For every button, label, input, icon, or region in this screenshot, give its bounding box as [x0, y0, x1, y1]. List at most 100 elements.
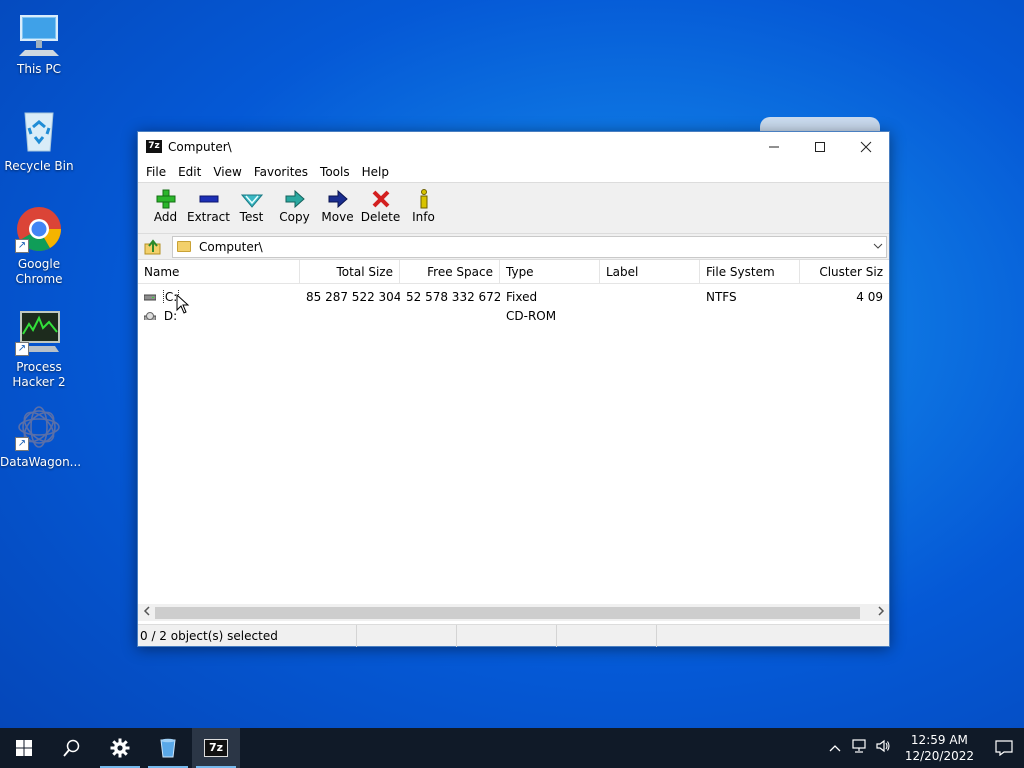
- menu-help[interactable]: Help: [356, 165, 395, 179]
- sevenzip-window: 7z Computer\ File Edit View Favorites To…: [137, 131, 890, 647]
- copy-label: Copy: [279, 210, 310, 224]
- close-icon: [860, 141, 872, 152]
- shortcut-arrow-icon: ↗: [15, 239, 29, 253]
- shortcut-arrow-icon: ↗: [15, 437, 29, 451]
- column-file-system[interactable]: File System: [700, 260, 800, 284]
- desktop-icon-recycle-bin[interactable]: Recycle Bin: [0, 107, 78, 174]
- horizontal-scrollbar[interactable]: [138, 604, 889, 621]
- add-label: Add: [153, 210, 178, 224]
- title-bar[interactable]: 7z Computer\: [138, 132, 889, 161]
- bin-icon: [160, 738, 176, 758]
- desktop-icon-label: Process Hacker 2: [12, 360, 66, 389]
- search-button[interactable]: [48, 728, 96, 768]
- menu-view[interactable]: View: [207, 165, 247, 179]
- table-row[interactable]: C: 85 287 522 304 52 578 332 672 Fixed N…: [138, 287, 889, 306]
- scroll-right-button[interactable]: [872, 606, 889, 619]
- info-button[interactable]: Info: [402, 188, 445, 224]
- recycle-bin-icon: [15, 107, 63, 155]
- taskbar-settings-button[interactable]: [96, 728, 144, 768]
- search-icon: [63, 739, 80, 757]
- window-title: Computer\: [168, 139, 232, 154]
- desktop-icon-label: Google Chrome: [15, 257, 63, 286]
- chevron-right-icon: [877, 606, 884, 616]
- desktop-icon-process-hacker[interactable]: ↗ Process Hacker 2: [0, 308, 78, 390]
- network-button[interactable]: [847, 739, 871, 757]
- delete-label: Delete: [360, 210, 401, 224]
- up-folder-button[interactable]: [142, 236, 164, 258]
- file-list[interactable]: Name Total Size Free Space Type Label Fi…: [138, 260, 889, 609]
- taskbar-clock[interactable]: 12:59 AM 12/20/2022: [895, 732, 984, 764]
- scroll-thumb[interactable]: [155, 606, 860, 619]
- name-cell: D:: [138, 309, 300, 323]
- move-button[interactable]: Move: [316, 188, 359, 224]
- free-space-cell: 52 578 332 672: [406, 289, 500, 304]
- folder-icon: [177, 241, 191, 252]
- column-name[interactable]: Name: [138, 260, 300, 284]
- network-icon: [852, 739, 866, 753]
- scroll-left-button[interactable]: [138, 606, 155, 619]
- menu-tools[interactable]: Tools: [314, 165, 356, 179]
- scroll-track[interactable]: [155, 606, 872, 619]
- copy-button[interactable]: Copy: [273, 188, 316, 224]
- desktop-icon-label: Recycle Bin: [4, 159, 74, 173]
- shortcut-arrow-icon: ↗: [15, 342, 29, 356]
- address-field[interactable]: Computer\: [172, 235, 887, 258]
- x-icon: [369, 188, 393, 210]
- info-icon: [412, 188, 436, 210]
- status-panel-4: [557, 625, 657, 647]
- extract-button[interactable]: Extract: [187, 188, 230, 224]
- list-header: Name Total Size Free Space Type Label Fi…: [138, 260, 889, 284]
- sevenzip-app-icon: 7z: [146, 140, 162, 153]
- clock-date: 12/20/2022: [904, 749, 974, 763]
- chevron-down-icon[interactable]: [870, 241, 886, 252]
- column-label[interactable]: Label: [600, 260, 700, 284]
- status-bar: 0 / 2 object(s) selected: [138, 624, 889, 647]
- close-button[interactable]: [843, 132, 889, 161]
- column-cluster-size[interactable]: Cluster Siz: [800, 260, 889, 284]
- desktop-icon-google-chrome[interactable]: ↗ Google Chrome: [0, 205, 78, 287]
- menu-file[interactable]: File: [140, 165, 172, 179]
- action-center-button[interactable]: [984, 728, 1024, 768]
- test-label: Test: [239, 210, 264, 224]
- info-label: Info: [412, 210, 435, 224]
- copy-arrow-icon: [283, 188, 307, 210]
- hard-drive-icon: [144, 294, 156, 301]
- start-button[interactable]: [0, 728, 48, 768]
- desktop-icon-this-pc[interactable]: This PC: [0, 10, 78, 77]
- volume-button[interactable]: [871, 739, 895, 757]
- chrome-icon: ↗: [15, 205, 63, 253]
- menu-favorites[interactable]: Favorites: [248, 165, 314, 179]
- menu-edit[interactable]: Edit: [172, 165, 207, 179]
- table-row[interactable]: D: CD-ROM: [138, 306, 889, 325]
- column-type[interactable]: Type: [500, 260, 600, 284]
- type-cell: Fixed: [506, 289, 538, 304]
- delete-button[interactable]: Delete: [359, 188, 402, 224]
- chevron-left-icon: [143, 606, 150, 616]
- minus-icon: [197, 188, 221, 210]
- windows-logo-icon: [16, 740, 32, 756]
- column-free-space[interactable]: Free Space: [400, 260, 500, 284]
- status-panel-3: [457, 625, 557, 647]
- column-total-size[interactable]: Total Size: [300, 260, 400, 284]
- mouse-cursor-icon: [176, 294, 190, 314]
- maximize-button[interactable]: [797, 132, 843, 161]
- show-hidden-icons-button[interactable]: [823, 741, 847, 756]
- minimize-button[interactable]: [751, 132, 797, 161]
- taskbar: 7z 12:59 AM 12/20/2022: [0, 728, 1024, 768]
- notification-icon: [995, 740, 1013, 756]
- move-arrow-icon: [326, 188, 350, 210]
- system-tray: 12:59 AM 12/20/2022: [823, 728, 1024, 768]
- taskbar-recycle-bin-button[interactable]: [144, 728, 192, 768]
- maximize-icon: [815, 141, 825, 152]
- clock-time: 12:59 AM: [910, 733, 968, 747]
- total-size-cell: 85 287 522 304: [306, 289, 400, 304]
- toolbar: Add Extract Test Copy Move Delete Info: [138, 183, 889, 234]
- add-button[interactable]: Add: [144, 188, 187, 224]
- taskbar-7zip-button[interactable]: 7z: [192, 728, 240, 768]
- sevenzip-taskbar-icon: 7z: [204, 739, 228, 757]
- desktop-icon-label: DataWagon...: [0, 455, 82, 469]
- desktop-icon-label: This PC: [17, 62, 61, 76]
- address-path: Computer\: [199, 239, 263, 254]
- test-button[interactable]: Test: [230, 188, 273, 224]
- desktop-icon-datawagon[interactable]: ↗ DataWagon...: [0, 403, 82, 470]
